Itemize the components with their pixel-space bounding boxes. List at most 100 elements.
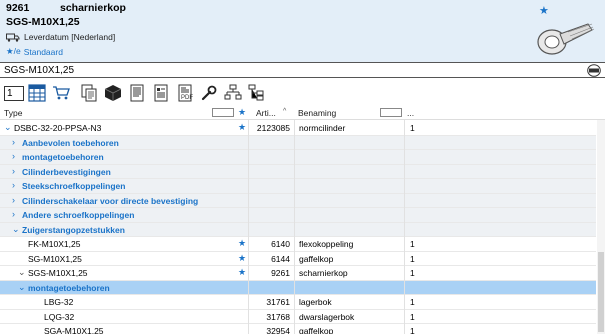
cell-type: montagetoebehoren — [28, 282, 110, 293]
cube-3d-icon[interactable] — [104, 84, 122, 102]
cell-type: LBG-32 — [44, 297, 74, 307]
cell-qty[interactable]: 1 — [410, 297, 415, 307]
search-input[interactable] — [4, 64, 574, 77]
cell-qty[interactable]: 1 — [410, 268, 415, 278]
cell-name: gaffelkop — [299, 253, 334, 264]
cell-type: Andere schroefkoppelingen — [22, 210, 135, 220]
delivery-label: Leverdatum [Nederland] — [24, 32, 116, 42]
chevron-down-icon[interactable]: ⌄ — [4, 122, 12, 133]
cell-article: 31768 — [266, 311, 290, 322]
column-header-article[interactable]: Arti... — [256, 108, 276, 118]
manual-document-icon[interactable]: PDF — [176, 84, 194, 102]
quantity-input[interactable]: 1 — [4, 86, 24, 101]
table-row[interactable]: FK-M10X1,25 ★ 6140 flexokoppeling 1 — [0, 237, 596, 252]
group-row[interactable]: ⌄ Zuigerstangopzetstukken — [0, 222, 596, 237]
cart-tree-icon[interactable] — [52, 84, 70, 102]
column-header-type[interactable]: Type — [4, 108, 22, 118]
table-row[interactable]: ⌄ SGS-M10X1,25 ★ 9261 scharnierkop 1 — [0, 266, 596, 281]
cell-qty[interactable]: 1 — [410, 239, 415, 249]
cell-name: flexokoppeling — [299, 239, 354, 249]
accessory-tree-table: Type ★ Arti... ^ Benaming ... ⌄ DSBC-32-2… — [0, 106, 605, 334]
cell-qty[interactable]: 1 — [410, 312, 415, 322]
cell-type: SG-M10X1,25 — [28, 253, 82, 264]
group-row[interactable]: › Aanbevolen toebehoren — [0, 135, 596, 150]
column-header-qty[interactable]: ... — [407, 108, 414, 118]
tree-expand-icon[interactable] — [224, 84, 242, 102]
cell-name: dwarslagerbok — [299, 311, 355, 322]
cell-type: FK-M10X1,25 — [28, 239, 81, 249]
chevron-down-icon[interactable]: ⌄ — [18, 282, 26, 293]
column-header-name[interactable]: Benaming — [298, 108, 336, 118]
cell-qty[interactable]: 1 — [410, 254, 415, 264]
table-row[interactable]: ⌄ DSBC-32-20-PPSA-N3 ★ 2123085 normcilinder 1 — [0, 121, 596, 136]
cell-article: 32954 — [266, 326, 290, 334]
cell-type: Cilinderschakelaar voor directe bevestig… — [22, 195, 199, 206]
product-image — [537, 23, 595, 55]
toolbar: 1 PDF — [0, 80, 605, 106]
chevron-right-icon[interactable]: › — [12, 180, 15, 190]
cell-name: lagerbok — [299, 297, 332, 307]
product-description: scharnierkop — [60, 2, 126, 14]
cell-type: Zuigerstangopzetstukken — [22, 224, 125, 235]
cell-article: 6144 — [271, 253, 290, 264]
cell-type: LQG-32 — [44, 311, 75, 322]
cell-type: Cilinderbevestigingen — [22, 166, 111, 177]
cell-article: 31761 — [266, 297, 290, 307]
column-header-star-icon[interactable]: ★ — [238, 107, 246, 118]
group-row[interactable]: › montagetoebehoren — [0, 150, 596, 165]
cell-type: montagetoebehoren — [22, 152, 104, 162]
product-header: 9261 scharnierkop SGS-M10X1,25 Leverdatu… — [0, 0, 605, 62]
chevron-right-icon[interactable]: › — [12, 137, 15, 147]
column-divider — [404, 120, 405, 334]
cell-name: normcilinder — [299, 123, 346, 133]
table-row[interactable]: SGA-M10X1,25 32954 gaffelkop 1 — [0, 324, 596, 334]
chevron-right-icon[interactable]: › — [12, 195, 15, 205]
cell-type: SGS-M10X1,25 — [28, 268, 88, 278]
group-row[interactable]: › Steekschroefkoppelingen — [0, 179, 596, 194]
standard-label: Standaard — [23, 46, 63, 57]
cell-type: Aanbevolen toebehoren — [22, 137, 119, 148]
chevron-right-icon[interactable]: › — [12, 209, 15, 219]
datasheet-icon[interactable] — [128, 84, 146, 102]
table-row[interactable]: LQG-32 31768 dwarslagerbok 1 — [0, 310, 596, 324]
standard-badge[interactable]: ★/e Standaard — [6, 46, 63, 57]
standard-star-icon: ★ — [238, 267, 247, 277]
table-row[interactable]: LBG-32 31761 lagerbok 1 — [0, 295, 596, 310]
cell-name: scharnierkop — [299, 268, 348, 278]
group-row[interactable]: › Andere schroefkoppelingen — [0, 208, 596, 223]
product-number: 9261 — [6, 2, 30, 14]
product-code: SGS-M10X1,25 — [6, 16, 80, 28]
standard-star-icon: ★ — [238, 238, 247, 248]
cell-qty[interactable]: 1 — [410, 326, 415, 334]
chevron-right-icon[interactable]: › — [12, 151, 15, 161]
filter-icon[interactable] — [380, 108, 402, 117]
column-divider — [248, 120, 249, 334]
vertical-scrollbar[interactable] — [597, 120, 605, 334]
group-row[interactable]: ⌄ montagetoebehoren — [0, 280, 596, 295]
scrollbar-thumb[interactable] — [598, 252, 604, 332]
cell-article: 9261 — [271, 268, 290, 278]
column-divider — [294, 120, 295, 334]
calculator-icon[interactable] — [28, 84, 46, 102]
group-row[interactable]: › Cilinderschakelaar voor directe bevesti… — [0, 193, 596, 208]
table-header: Type ★ Arti... ^ Benaming ... — [0, 106, 605, 120]
chevron-down-icon[interactable]: ⌄ — [12, 224, 20, 235]
truck-icon — [6, 33, 20, 42]
wrench-icon[interactable] — [200, 84, 218, 102]
chevron-right-icon[interactable]: › — [12, 166, 15, 176]
filter-icon[interactable] — [212, 108, 234, 117]
tree-collapse-icon[interactable] — [248, 84, 266, 102]
cell-qty[interactable]: 1 — [410, 123, 415, 133]
cell-name: gaffelkop — [299, 326, 334, 334]
festo-logo-icon[interactable] — [587, 64, 601, 77]
cell-type: DSBC-32-20-PPSA-N3 — [14, 123, 102, 133]
chevron-down-icon[interactable]: ⌄ — [18, 267, 26, 278]
star-icon: ★/e — [6, 46, 21, 56]
sort-ascending-icon: ^ — [283, 108, 287, 115]
delivery-info: Leverdatum [Nederland] — [6, 32, 115, 42]
standard-star-icon: ★ — [238, 122, 247, 132]
copy-document-icon[interactable] — [80, 84, 98, 102]
table-row[interactable]: SG-M10X1,25 ★ 6144 gaffelkop 1 — [0, 252, 596, 266]
document-list-icon[interactable] — [152, 84, 170, 102]
group-row[interactable]: › Cilinderbevestigingen — [0, 164, 596, 179]
